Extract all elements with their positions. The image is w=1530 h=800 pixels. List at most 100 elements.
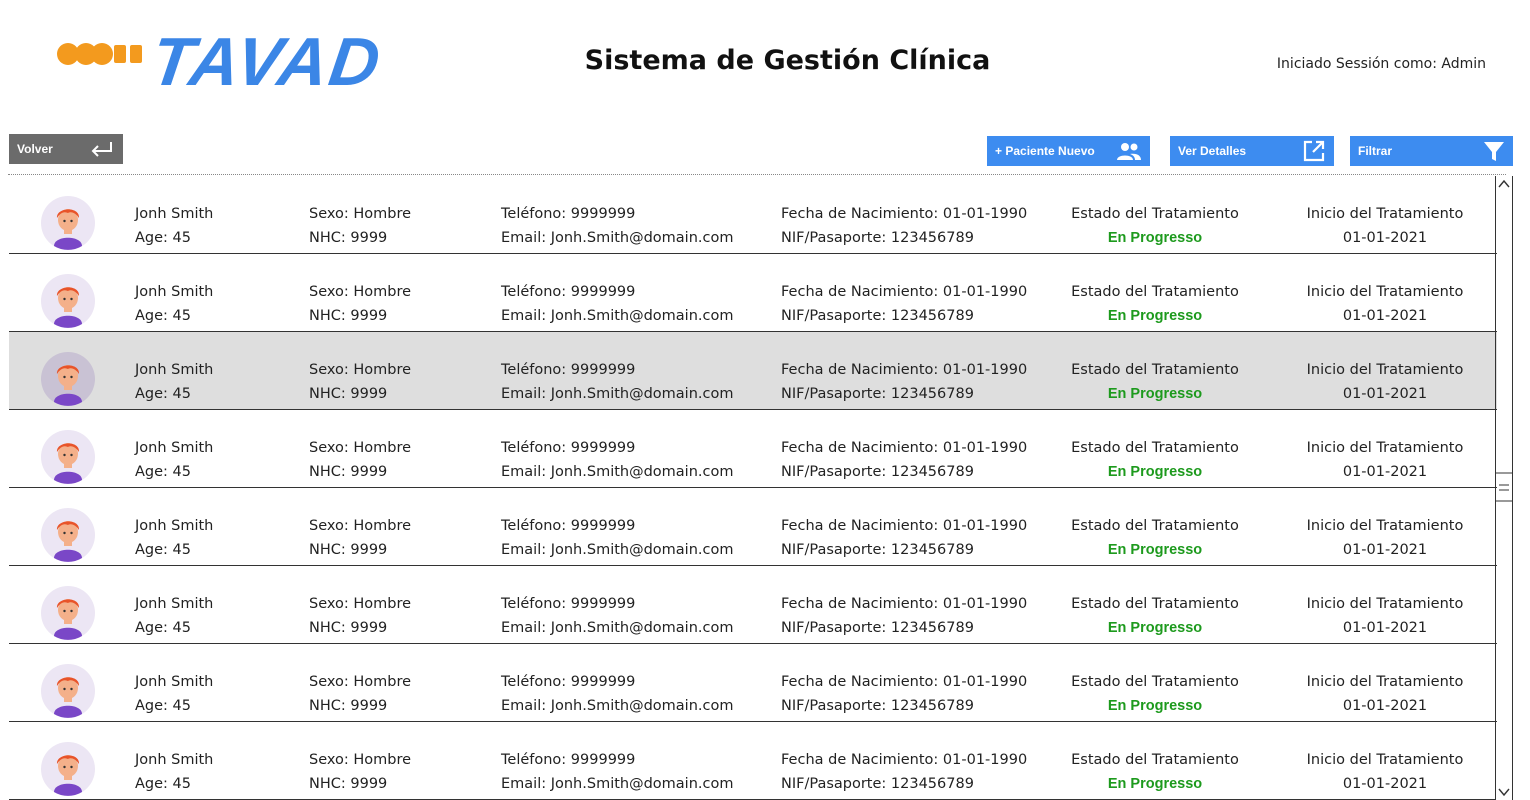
patient-name-cell: Jonh Smith Age: 45	[135, 202, 213, 250]
treatment-status-label: Estado del Tratamiento	[1071, 518, 1239, 534]
treatment-start-label: Inicio del Tratamiento	[1306, 206, 1464, 222]
scroll-up-icon[interactable]	[1496, 176, 1512, 192]
patient-dob: Fecha de Nacimiento: 01-01-1990	[781, 440, 1028, 456]
treatment-start-cell: Inicio del Tratamiento 01-01-2021	[1303, 670, 1467, 718]
patient-sex-cell: Sexo: Hombre NHC: 9999	[309, 280, 411, 328]
treatment-status-badge: En Progresso	[1107, 386, 1203, 402]
patient-name: Jonh Smith	[135, 284, 214, 300]
patient-email: Email: Jonh.Smith@domain.com	[501, 230, 734, 246]
scroll-thumb-grip-icon[interactable]	[1496, 472, 1512, 506]
patient-row[interactable]: Jonh Smith Age: 45 Sexo: Hombre NHC: 999…	[9, 176, 1497, 254]
patient-avatar-icon	[41, 664, 95, 718]
treatment-start-label: Inicio del Tratamiento	[1306, 518, 1464, 534]
patient-name: Jonh Smith	[135, 440, 214, 456]
patient-email: Email: Jonh.Smith@domain.com	[501, 386, 734, 402]
patient-sex: Sexo: Hombre	[309, 206, 412, 222]
patient-sex: Sexo: Hombre	[309, 596, 412, 612]
patient-sex: Sexo: Hombre	[309, 674, 412, 690]
filter-button[interactable]: Filtrar	[1350, 136, 1513, 166]
patient-phone: Teléfono: 9999999	[501, 362, 636, 378]
new-patient-button[interactable]: + Paciente Nuevo	[987, 136, 1150, 166]
treatment-start-cell: Inicio del Tratamiento 01-01-2021	[1303, 436, 1467, 484]
view-details-label: Ver Detalles	[1178, 144, 1247, 158]
patient-contact-cell: Teléfono: 9999999 Email: Jonh.Smith@doma…	[501, 436, 733, 484]
new-patient-label: + Paciente Nuevo	[995, 144, 1095, 158]
list-scrollbar[interactable]	[1495, 176, 1513, 800]
patient-nhc: NHC: 9999	[309, 776, 388, 792]
treatment-status-badge: En Progresso	[1107, 230, 1203, 246]
patient-row[interactable]: Jonh Smith Age: 45 Sexo: Hombre NHC: 999…	[9, 644, 1497, 722]
back-button-label: Volver	[17, 142, 53, 156]
patient-row[interactable]: Jonh Smith Age: 45 Sexo: Hombre NHC: 999…	[9, 254, 1497, 332]
view-details-button[interactable]: Ver Detalles	[1170, 136, 1334, 166]
return-arrow-icon	[91, 142, 112, 157]
treatment-start-label: Inicio del Tratamiento	[1306, 284, 1464, 300]
patient-name: Jonh Smith	[135, 674, 214, 690]
patient-nhc: NHC: 9999	[309, 620, 388, 636]
patient-dob: Fecha de Nacimiento: 01-01-1990	[781, 362, 1028, 378]
patient-email: Email: Jonh.Smith@domain.com	[501, 308, 734, 324]
patient-id-cell: Fecha de Nacimiento: 01-01-1990 NIF/Pasa…	[781, 592, 1027, 640]
patient-sex: Sexo: Hombre	[309, 752, 412, 768]
patient-email: Email: Jonh.Smith@domain.com	[501, 776, 734, 792]
patient-sex: Sexo: Hombre	[309, 518, 412, 534]
treatment-start-cell: Inicio del Tratamiento 01-01-2021	[1303, 748, 1467, 796]
patient-name-cell: Jonh Smith Age: 45	[135, 670, 213, 718]
patient-contact-cell: Teléfono: 9999999 Email: Jonh.Smith@doma…	[501, 280, 733, 328]
patient-age: Age: 45	[135, 464, 191, 480]
treatment-status-badge: En Progresso	[1107, 698, 1203, 714]
treatment-status-label: Estado del Tratamiento	[1071, 440, 1239, 456]
patient-name-cell: Jonh Smith Age: 45	[135, 280, 213, 328]
treatment-start-date: 01-01-2021	[1342, 620, 1428, 636]
patient-contact-cell: Teléfono: 9999999 Email: Jonh.Smith@doma…	[501, 670, 733, 718]
patient-dob: Fecha de Nacimiento: 01-01-1990	[781, 518, 1028, 534]
patient-sex: Sexo: Hombre	[309, 284, 412, 300]
patient-dob: Fecha de Nacimiento: 01-01-1990	[781, 284, 1028, 300]
patient-nif: NIF/Pasaporte: 123456789	[781, 620, 974, 636]
patient-row[interactable]: Jonh Smith Age: 45 Sexo: Hombre NHC: 999…	[9, 332, 1497, 410]
treatment-status-label: Estado del Tratamiento	[1071, 362, 1239, 378]
patient-name: Jonh Smith	[135, 518, 214, 534]
patient-list: Jonh Smith Age: 45 Sexo: Hombre NHC: 999…	[9, 176, 1497, 800]
patient-row[interactable]: Jonh Smith Age: 45 Sexo: Hombre NHC: 999…	[9, 410, 1497, 488]
patient-avatar-icon	[41, 742, 95, 796]
patient-nhc: NHC: 9999	[309, 698, 388, 714]
treatment-start-date: 01-01-2021	[1342, 308, 1428, 324]
patient-id-cell: Fecha de Nacimiento: 01-01-1990 NIF/Pasa…	[781, 670, 1027, 718]
patient-phone: Teléfono: 9999999	[501, 440, 636, 456]
patient-id-cell: Fecha de Nacimiento: 01-01-1990 NIF/Pasa…	[781, 436, 1027, 484]
treatment-status-cell: Estado del Tratamiento En Progresso	[1071, 670, 1239, 718]
patient-name-cell: Jonh Smith Age: 45	[135, 748, 213, 796]
patient-email: Email: Jonh.Smith@domain.com	[501, 698, 734, 714]
treatment-start-date: 01-01-2021	[1342, 464, 1428, 480]
patient-email: Email: Jonh.Smith@domain.com	[501, 542, 734, 558]
patient-name: Jonh Smith	[135, 362, 214, 378]
patient-contact-cell: Teléfono: 9999999 Email: Jonh.Smith@doma…	[501, 592, 733, 640]
patient-avatar-icon	[41, 508, 95, 562]
back-button[interactable]: Volver	[9, 134, 123, 164]
patient-dob: Fecha de Nacimiento: 01-01-1990	[781, 206, 1028, 222]
patient-row[interactable]: Jonh Smith Age: 45 Sexo: Hombre NHC: 999…	[9, 566, 1497, 644]
patient-name: Jonh Smith	[135, 206, 214, 222]
people-icon	[1117, 143, 1141, 160]
treatment-status-cell: Estado del Tratamiento En Progresso	[1071, 202, 1239, 250]
treatment-status-badge: En Progresso	[1107, 620, 1203, 636]
patient-name-cell: Jonh Smith Age: 45	[135, 514, 213, 562]
treatment-start-label: Inicio del Tratamiento	[1306, 674, 1464, 690]
open-external-icon	[1303, 140, 1325, 162]
treatment-start-label: Inicio del Tratamiento	[1306, 362, 1464, 378]
treatment-status-cell: Estado del Tratamiento En Progresso	[1071, 514, 1239, 562]
patient-row[interactable]: Jonh Smith Age: 45 Sexo: Hombre NHC: 999…	[9, 722, 1497, 800]
patient-row[interactable]: Jonh Smith Age: 45 Sexo: Hombre NHC: 999…	[9, 488, 1497, 566]
treatment-status-cell: Estado del Tratamiento En Progresso	[1071, 592, 1239, 640]
patient-phone: Teléfono: 9999999	[501, 674, 636, 690]
toolbar-divider	[8, 174, 1506, 175]
treatment-status-badge: En Progresso	[1107, 464, 1203, 480]
patient-avatar-icon	[41, 430, 95, 484]
patient-age: Age: 45	[135, 698, 191, 714]
scroll-down-icon[interactable]	[1496, 784, 1512, 800]
patient-name-cell: Jonh Smith Age: 45	[135, 436, 213, 484]
patient-nif: NIF/Pasaporte: 123456789	[781, 698, 974, 714]
patient-nif: NIF/Pasaporte: 123456789	[781, 464, 974, 480]
patient-dob: Fecha de Nacimiento: 01-01-1990	[781, 674, 1028, 690]
